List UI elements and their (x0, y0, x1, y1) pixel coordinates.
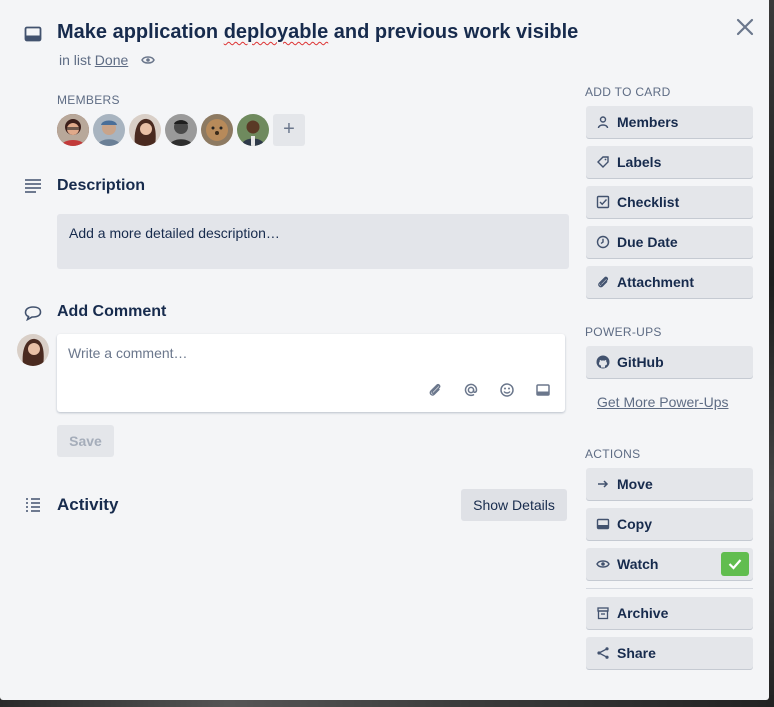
activity-icon (24, 497, 42, 513)
show-details-button[interactable]: Show Details (461, 489, 567, 521)
paperclip-icon[interactable] (427, 382, 443, 398)
avatar[interactable] (237, 114, 269, 146)
emoji-icon[interactable] (499, 382, 515, 398)
tag-icon (596, 155, 610, 169)
in-list-line: in list Done (59, 52, 129, 68)
card-detail-window: Make application deployable and previous… (0, 0, 769, 700)
copy-button[interactable]: Copy (586, 508, 753, 540)
archive-button[interactable]: Archive (586, 597, 753, 629)
github-icon (596, 355, 610, 369)
card-icon (24, 26, 42, 42)
actions-label: ACTIONS (585, 447, 641, 461)
actions-divider (586, 588, 753, 589)
share-button[interactable]: Share (586, 637, 753, 669)
move-button[interactable]: Move (586, 468, 753, 500)
avatar[interactable] (201, 114, 233, 146)
watch-button[interactable]: Watch (586, 548, 753, 580)
checkbox-icon (596, 195, 610, 209)
watching-eye-icon (141, 54, 155, 66)
archive-icon (596, 606, 610, 620)
checklist-button[interactable]: Checklist (586, 186, 753, 218)
clock-icon (596, 235, 610, 249)
share-icon (596, 646, 610, 660)
comment-input[interactable]: Write a comment… (57, 334, 565, 412)
description-icon (24, 178, 42, 194)
close-icon[interactable] (735, 17, 755, 37)
current-user-avatar (17, 334, 49, 366)
comment-icon (24, 305, 42, 321)
card-icon (596, 517, 610, 531)
add-member-button[interactable]: + (273, 114, 305, 146)
description-input[interactable]: Add a more detailed description… (57, 214, 569, 269)
github-button[interactable]: GitHub (586, 346, 753, 378)
avatar[interactable] (93, 114, 125, 146)
due-date-button[interactable]: Due Date (586, 226, 753, 258)
power-ups-label: POWER-UPS (585, 325, 662, 339)
arrow-right-icon (596, 477, 610, 491)
avatar[interactable] (129, 114, 161, 146)
labels-button[interactable]: Labels (586, 146, 753, 178)
members-button[interactable]: Members (586, 106, 753, 138)
card-title[interactable]: Make application deployable and previous… (57, 21, 578, 44)
watch-checked-icon (721, 552, 749, 576)
list-link[interactable]: Done (95, 52, 128, 68)
avatar[interactable] (165, 114, 197, 146)
get-more-power-ups-link[interactable]: Get More Power-Ups (597, 394, 728, 410)
card-icon[interactable] (535, 382, 551, 398)
add-to-card-label: ADD TO CARD (585, 85, 671, 99)
save-button[interactable]: Save (57, 425, 114, 457)
add-comment-heading: Add Comment (57, 303, 167, 320)
attachment-button[interactable]: Attachment (586, 266, 753, 298)
members-label: MEMBERS (57, 93, 120, 107)
activity-heading: Activity (57, 495, 119, 514)
avatar[interactable] (57, 114, 89, 146)
mention-icon[interactable] (463, 382, 479, 398)
person-icon (596, 115, 610, 129)
description-heading: Description (57, 177, 146, 194)
eye-icon (596, 557, 610, 571)
paperclip-icon (596, 275, 610, 289)
